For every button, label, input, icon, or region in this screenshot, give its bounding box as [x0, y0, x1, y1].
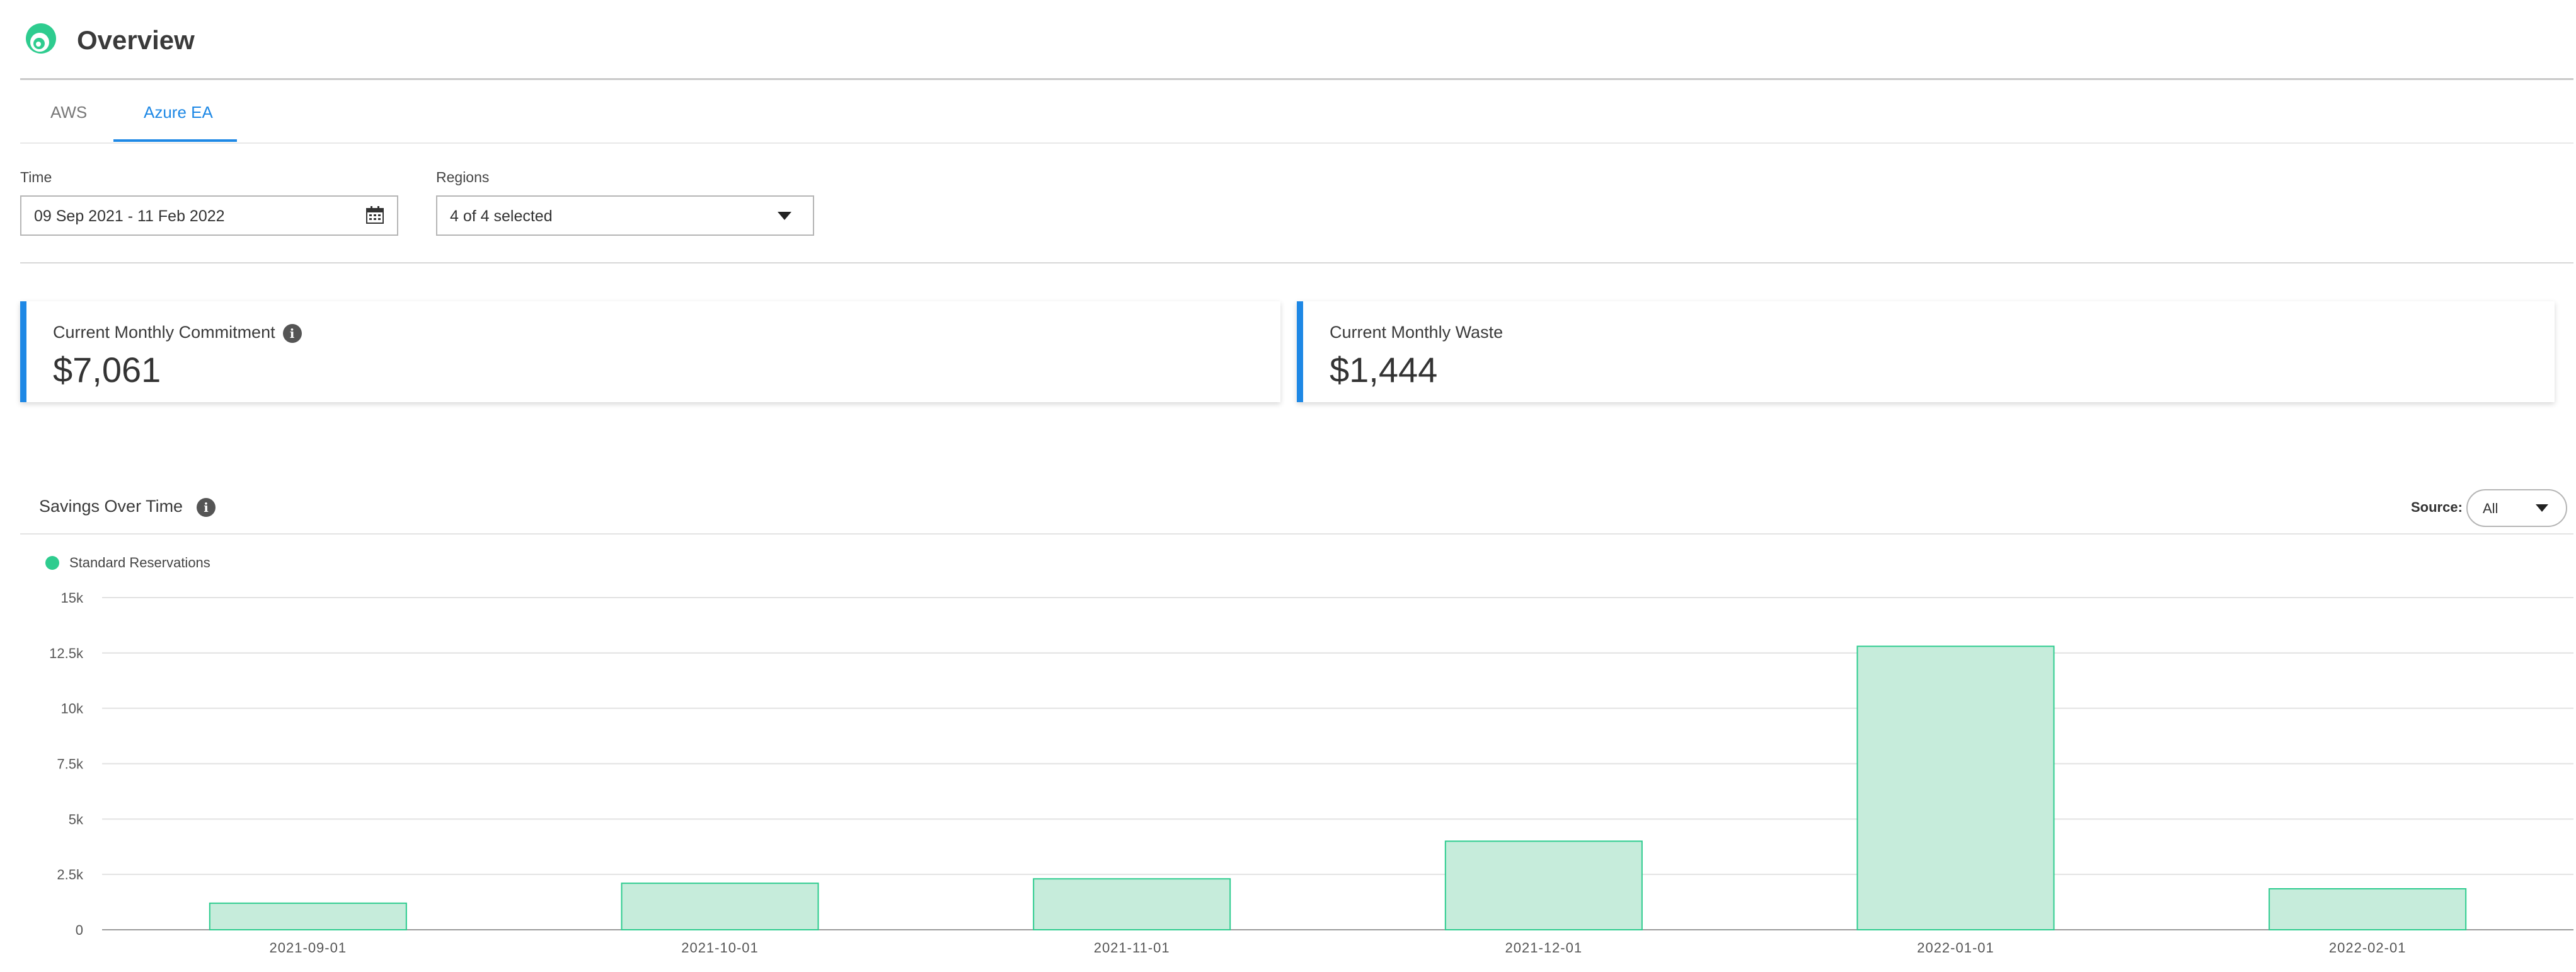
- section-divider: [20, 533, 2573, 535]
- y-tick-label: 2.5k: [57, 867, 84, 882]
- bar: [209, 902, 407, 931]
- commitment-card: Current Monthly Commitment i $7,061: [20, 301, 1280, 402]
- time-range-picker[interactable]: 09 Sep 2021 - 11 Feb 2022: [20, 195, 398, 236]
- bar: [2268, 888, 2467, 930]
- header-divider: [20, 78, 2573, 80]
- y-tick-label: 15k: [61, 590, 84, 606]
- waste-card-label: Current Monthly Waste: [1330, 323, 1504, 342]
- x-tick-label: 2021-11-01: [1094, 940, 1170, 956]
- x-tick-label: 2021-09-01: [270, 940, 347, 956]
- tab-aws[interactable]: AWS: [50, 100, 87, 125]
- regions-select[interactable]: 4 of 4 selected: [436, 195, 814, 236]
- savings-bar-chart: 0 2.5k 5k 7.5k 10k 12.5k 15k 2021-09-01 2021-10-…: [49, 590, 2573, 956]
- tab-azure-ea[interactable]: Azure EA: [144, 100, 213, 125]
- savings-title: Savings Over Time i: [39, 495, 216, 517]
- y-tick-label: 7.5k: [57, 756, 84, 772]
- bar: [1444, 840, 1643, 931]
- waste-value: $1,444: [1330, 350, 1438, 390]
- y-tick-label: 12.5k: [49, 645, 84, 661]
- time-label: Time: [20, 169, 52, 185]
- y-tick-label: 5k: [69, 811, 84, 827]
- commitment-value: $7,061: [53, 350, 161, 390]
- bar: [1033, 878, 1231, 930]
- waste-card: Current Monthly Waste $1,444: [1297, 301, 2555, 402]
- page-title: Overview: [77, 25, 195, 55]
- regions-label: Regions: [436, 169, 490, 185]
- bar: [1856, 645, 2055, 930]
- filters-divider: [20, 262, 2573, 263]
- x-tick-label: 2022-01-01: [1917, 940, 1994, 956]
- savings-title-text: Savings Over Time: [39, 497, 183, 516]
- chevron-down-icon: [2536, 504, 2548, 512]
- app-logo-icon: [26, 23, 56, 54]
- info-icon[interactable]: i: [282, 323, 302, 343]
- y-tick-label: 0: [76, 922, 83, 938]
- regions-value: 4 of 4 selected: [450, 207, 553, 225]
- x-tick-label: 2022-02-01: [2329, 940, 2406, 956]
- source-select[interactable]: All: [2466, 489, 2567, 527]
- source-label: Source:: [2411, 499, 2463, 515]
- time-range-value: 09 Sep 2021 - 11 Feb 2022: [34, 207, 225, 225]
- x-tick-label: 2021-12-01: [1505, 940, 1583, 956]
- source-value: All: [2483, 500, 2498, 516]
- bar: [621, 882, 819, 930]
- x-tick-label: 2021-10-01: [681, 940, 759, 956]
- tabs-divider: [20, 142, 2573, 144]
- info-icon[interactable]: i: [197, 497, 216, 517]
- calendar-icon[interactable]: [365, 205, 384, 224]
- y-tick-label: 10k: [61, 701, 84, 717]
- active-tab-indicator: [113, 139, 237, 142]
- commitment-label-text: Current Monthly Commitment: [53, 323, 275, 342]
- commitment-card-label: Current Monthly Commitment i: [53, 323, 302, 343]
- chevron-down-icon: [778, 212, 791, 220]
